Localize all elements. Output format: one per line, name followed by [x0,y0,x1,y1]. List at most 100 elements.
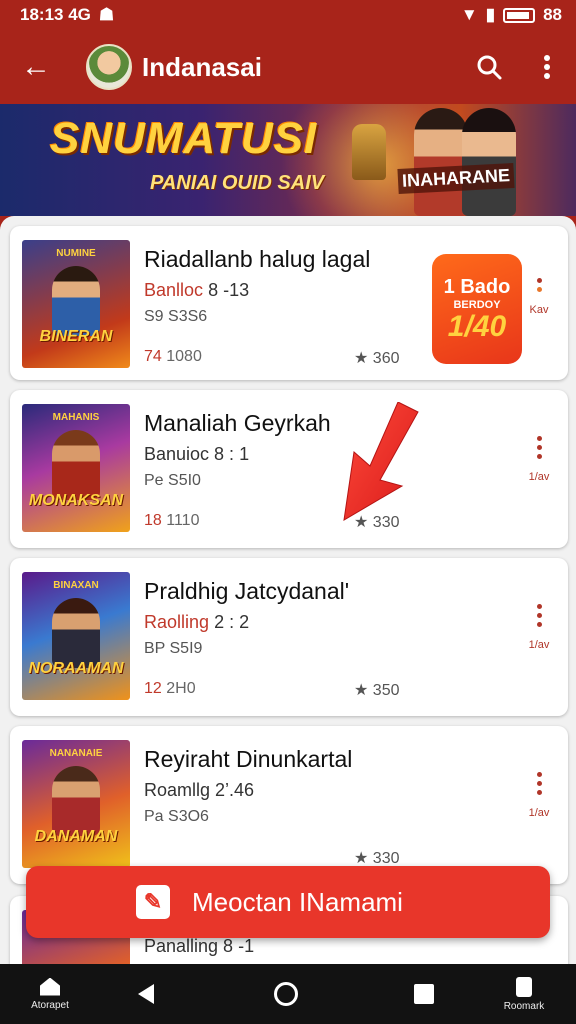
battery-icon [503,7,536,23]
more-label: 1/av [528,471,550,483]
game-thumbnail: BINAXAN NORAAMAN [22,572,130,700]
primary-action-label: Meoctan INamami [192,886,403,917]
item-title: Manaliah Geyrkah [144,410,331,436]
more-dot-icon [536,613,542,618]
more-dot-icon [536,287,542,292]
promo-badge-value: 1/40 [447,310,507,343]
item-more-button[interactable]: 1/av [524,436,554,483]
battery-level: 88 [543,5,562,24]
home-circle-icon [274,982,298,1006]
nav-home-label: Atorapet [31,999,69,1011]
thumbnail-caption: BINAXAN [53,580,99,591]
item-subtitle-accent: Raolling [144,612,210,632]
item-subtitle: Panalling 8 -1 [144,936,255,956]
more-dot-icon [536,604,542,609]
item-meta: Pa S3O6 [144,808,209,825]
thumbnail-caption: NUMINE [56,248,96,259]
status-time: 18:13 4G [20,5,91,24]
back-button[interactable]: ← [0,30,72,104]
item-subtitle-rest: 8 -13 [208,280,250,300]
item-rating: ★ 350 [354,682,400,699]
promo-banner[interactable]: SNUMATUSI PANIAI OUID SAIV INAHARANE [0,104,576,216]
thumbnail-label: MONAKSAN [28,492,124,509]
banner-title: SNUMATUSI [50,114,318,163]
item-rating: ★ 330 [354,850,400,867]
item-more-button[interactable]: 1/av [524,772,554,819]
arrow-left-icon: ← [21,50,51,83]
item-meta: S9 S3S6 [144,308,208,325]
recents-square-icon [414,984,434,1004]
more-label: 1/av [528,807,550,819]
list-item[interactable]: MAHANIS MONAKSAN Manaliah Geyrkah Banuio… [10,390,568,548]
search-button[interactable] [460,30,518,104]
wifi-icon: ▼ [460,5,478,24]
item-price-value: 12 [144,680,162,697]
more-vertical-icon [544,55,550,79]
game-thumbnail: MAHANIS MONAKSAN [22,404,130,532]
promo-badge[interactable]: 1 Bado BERDOY 1/40 [432,254,522,364]
edit-icon: ✎ [136,885,170,919]
item-subtitle: Roamllg 2’.46 [144,780,254,801]
item-subtitle-rest: 2 : 2 [214,612,250,632]
thumbnail-caption: NANANAIE [49,748,103,759]
nav-home-button[interactable]: Atorapet [20,964,80,1024]
item-subtitle-rest: Banuioc 8 : 1 [144,444,250,464]
item-more-button[interactable]: 1/av [524,604,554,651]
more-dot-icon [536,278,542,283]
item-rating: ★ 360 [354,350,400,367]
character-figure [52,266,100,336]
list-item[interactable]: NUMINE BINERAN Riadallanb halug lagal Ba… [10,226,568,380]
more-menu-button[interactable] [518,30,576,104]
item-price: 74 1080 [144,348,202,366]
nav-right-label: Roomark [503,1000,545,1012]
red-arrow-icon [343,402,419,521]
list-item[interactable]: BINAXAN NORAAMAN Praldhig Jatcydanal' Ra… [10,558,568,716]
game-thumbnail: NANANAIE DANAMAN [22,740,130,868]
more-dot-icon [536,445,542,450]
item-price-suffix: 2H0 [166,680,196,697]
item-subtitle: Banuioc 8 : 1 [144,444,249,465]
item-price-value: 74 [144,348,162,365]
thumbnail-label: DANAMAN [34,828,118,845]
thumbnail-label: NORAAMAN [28,660,124,677]
item-more-button[interactable]: Kav [524,278,554,316]
item-meta: Pe S5I0 [144,472,201,489]
more-dot-icon [536,622,542,627]
banner-subtitle: PANIAI OUID SAIV [150,172,325,194]
status-bar: 18:13 4G ☗ ▼ ▮ 88 [0,0,576,30]
item-title: Praldhig Jatcydanal' [144,578,350,604]
item-subtitle: Banlloc 8 -13 [144,280,249,301]
game-thumbnail: NUMINE BINERAN [22,240,130,368]
content-list: NUMINE BINERAN Riadallanb halug lagal Ba… [0,216,576,964]
item-meta: BP S5I9 [144,640,203,657]
nav-right-button[interactable]: Roomark [494,964,554,1024]
more-dot-icon [536,790,542,795]
avatar[interactable] [86,44,132,90]
list-item[interactable]: NANANAIE DANAMAN Reyiraht Dinunkartal Ro… [10,726,568,884]
navigation-bar: Atorapet Roomark [0,964,576,1024]
more-dot-icon [536,772,542,777]
primary-action-button[interactable]: ✎ Meoctan INamami [26,866,550,938]
character-figure [52,430,100,500]
more-label: Kav [529,304,549,316]
back-triangle-icon [138,984,154,1004]
item-subtitle-accent: Banlloc [144,280,204,300]
page-title: Indanasai [142,51,262,82]
item-price-suffix: 1110 [166,512,200,529]
character-figure [52,598,100,668]
more-label: 1/av [528,639,550,651]
more-dot-icon [536,436,542,441]
app-bar: ← Indanasai [0,30,576,104]
nav-recents-button[interactable] [404,964,444,1024]
item-price-value: 18 [144,512,162,529]
nav-back-button[interactable] [126,964,166,1024]
nav-home-circle-button[interactable] [266,964,306,1024]
home-icon [40,977,60,996]
item-price: 18 1110 [144,512,199,530]
item-subtitle-rest: Roamllg 2’.46 [144,780,255,800]
thumbnail-label: BINERAN [39,328,113,345]
banner-person-image [462,108,516,216]
item-title: Reyiraht Dinunkartal [144,746,353,772]
thumbnail-caption: MAHANIS [52,412,100,423]
signal-icon: ▮ [485,5,496,24]
